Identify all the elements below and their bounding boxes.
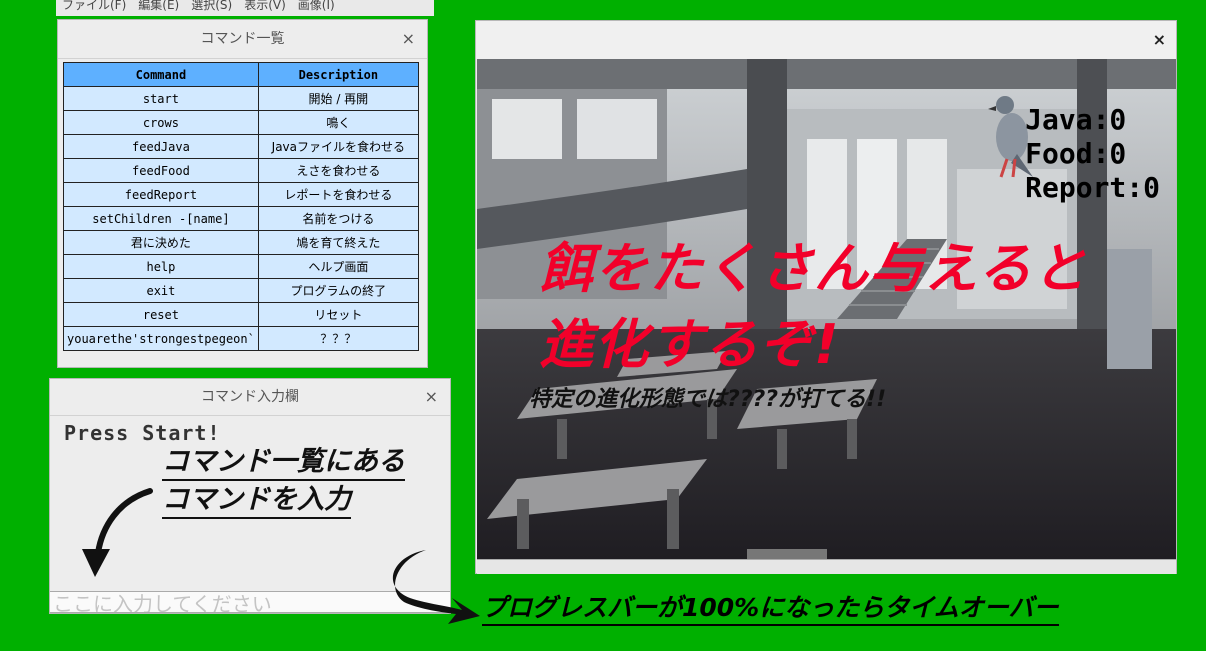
output-text: Press Start!	[64, 421, 221, 445]
game-scene: Java:0 Food:0 Report:0 餌をたくさん与えると 進化するぞ!…	[477, 59, 1176, 559]
food-count: Food:0	[1025, 137, 1127, 170]
description-cell: ヘルプ画面	[257, 254, 419, 279]
hint-line-2: コマンドを入力	[162, 483, 351, 519]
column-header-command: Command	[63, 62, 259, 87]
java-count: Java:0	[1025, 103, 1127, 136]
report-count: Report:0	[1025, 171, 1160, 204]
command-list-titlebar[interactable]: コマンド一覧 ×	[58, 20, 427, 59]
headline-line-2: 進化するぞ!	[539, 313, 840, 376]
column-header-description: Description	[257, 62, 419, 87]
description-cell: 開始 / 再開	[257, 86, 419, 111]
description-cell: プログラムの終了	[257, 278, 419, 303]
table-row: setChildren -[name] 名前をつける	[63, 206, 419, 231]
command-cell: feedReport	[63, 182, 259, 207]
command-list-window: コマンド一覧 × Command Description start 開始 / 再…	[57, 19, 428, 368]
sub-caption: 特定の進化形態では????が打てる!!	[529, 387, 887, 412]
table-row: feedFood えさを食わせる	[63, 158, 419, 183]
table-row: feedJava Javaファイルを食わせる	[63, 134, 419, 159]
curved-arrow-icon	[82, 488, 153, 577]
command-table: Command Description start 開始 / 再開 crows 鳴く f…	[63, 62, 419, 351]
description-cell: えさを食わせる	[257, 158, 419, 183]
game-window: × Java:0 Food:0 Report:0 餌をたくさん与えると 進化する…	[475, 20, 1177, 574]
table-row: help ヘルプ画面	[63, 254, 419, 279]
command-cell: feedFood	[63, 158, 259, 183]
command-cell: youarethe'strongestpegeon`	[63, 326, 259, 351]
close-icon[interactable]: ×	[1153, 21, 1166, 59]
progress-bar	[477, 559, 1176, 574]
swoosh-arrow-icon	[392, 550, 480, 624]
command-cell: 君に決めた	[63, 230, 259, 255]
description-cell: Javaファイルを食わせる	[257, 134, 419, 159]
hint-line-1: コマンド一覧にある	[162, 445, 405, 481]
table-row: reset リセット	[63, 302, 419, 327]
table-row: youarethe'strongestpegeon`？？？	[63, 326, 419, 351]
close-icon[interactable]: ×	[425, 379, 438, 415]
command-cell: crows	[63, 110, 259, 135]
table-row: feedReport レポートを食わせる	[63, 182, 419, 207]
table-header-row: Command Description	[63, 62, 419, 87]
table-row: crows 鳴く	[63, 110, 419, 135]
description-cell: ？？？	[257, 326, 419, 351]
description-cell: 鳴く	[257, 110, 419, 135]
headline-line-1: 餌をたくさん与えると	[539, 237, 1088, 300]
close-icon[interactable]: ×	[402, 20, 415, 58]
table-row: 君に決めた 鳩を育て終えた	[63, 230, 419, 255]
command-cell: setChildren -[name]	[63, 206, 259, 231]
stats-panel: Java:0 Food:0 Report:0	[1025, 103, 1160, 205]
command-cell: exit	[63, 278, 259, 303]
description-cell: 鳩を育て終えた	[257, 230, 419, 255]
description-cell: 名前をつける	[257, 206, 419, 231]
command-list-title: コマンド一覧	[200, 31, 285, 47]
table-row: start 開始 / 再開	[63, 86, 419, 111]
progress-note: プログレスバーが100%になったらタイムオーバー	[482, 592, 1059, 626]
command-input-titlebar[interactable]: コマンド入力欄 ×	[50, 379, 450, 416]
command-cell: reset	[63, 302, 259, 327]
description-cell: レポートを食わせる	[257, 182, 419, 207]
description-cell: リセット	[257, 302, 419, 327]
background-app-menubar: ファイル(F) 編集(E) 選択(S) 表示(V) 画像(I)	[56, 0, 434, 16]
game-titlebar[interactable]: ×	[476, 21, 1176, 59]
command-cell: feedJava	[63, 134, 259, 159]
command-input-title: コマンド入力欄	[201, 389, 299, 405]
headline: 餌をたくさん与えると 進化するぞ!	[539, 231, 1087, 383]
command-cell: start	[63, 86, 259, 111]
command-cell: help	[63, 254, 259, 279]
table-row: exit プログラムの終了	[63, 278, 419, 303]
